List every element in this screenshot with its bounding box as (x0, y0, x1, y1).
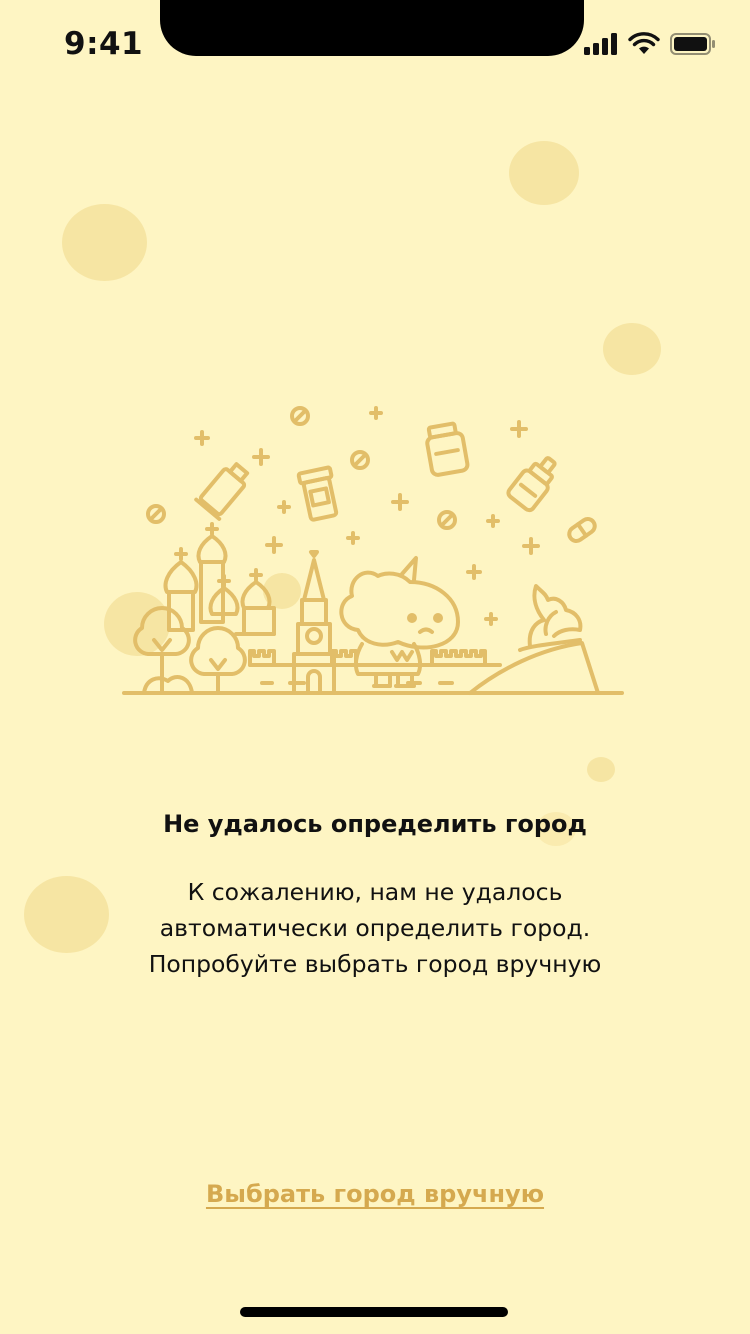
signal-icon (584, 33, 617, 55)
pill-tablets (146, 406, 457, 530)
error-message-line: Попробуйте выбрать город вручную (148, 950, 602, 978)
cathedral (163, 522, 276, 636)
battery-icon (670, 33, 715, 55)
status-icons (584, 32, 716, 56)
background-blob (24, 876, 109, 953)
status-bar: 9:41 (0, 0, 750, 90)
choose-city-manually-link[interactable]: Выбрать город вручную (0, 1180, 750, 1208)
trees (133, 606, 247, 695)
error-message-line: автоматически определить город. (159, 914, 591, 942)
error-message-line: К сожалению, нам не удалось (187, 878, 563, 906)
background-blob (509, 141, 579, 205)
background-blob (587, 757, 615, 782)
error-title: Не удалось определить город (163, 810, 587, 838)
status-time: 9:41 (64, 26, 144, 62)
home-indicator[interactable] (240, 1307, 508, 1317)
horseman-monument (468, 584, 600, 695)
error-message: К сожалению, нам не удалось автоматическ… (105, 874, 645, 982)
background-blob (62, 204, 147, 281)
device-notch (160, 0, 584, 56)
background-blob (603, 323, 661, 375)
kremlin-tower (292, 550, 336, 695)
wifi-icon (628, 32, 660, 54)
city-not-found-illustration (122, 406, 624, 695)
